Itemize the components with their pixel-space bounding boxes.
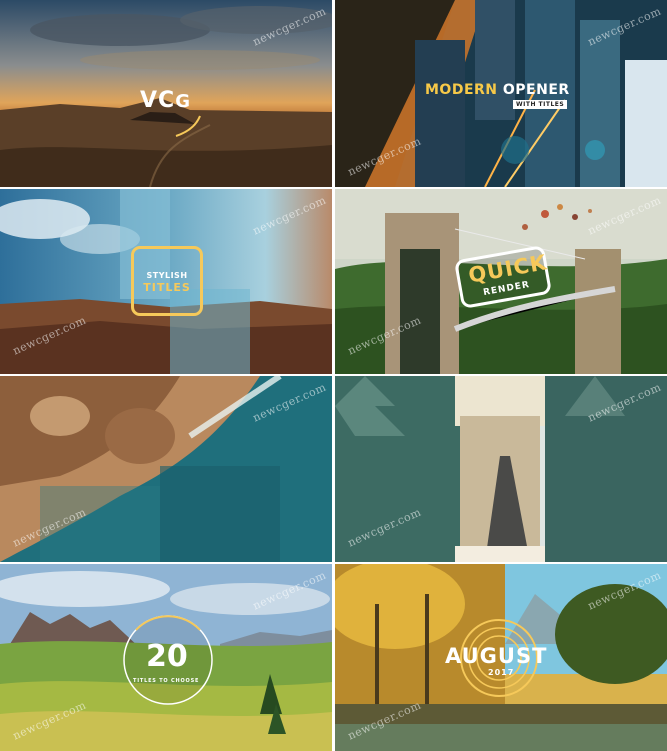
titles-to-choose-label: TITLES TO CHOOSE: [133, 678, 200, 684]
preview-tile-coast: newcger.com newcger.com: [0, 376, 332, 562]
preview-tile-august: AUGUST 2017 newcger.com newcger.com: [335, 564, 667, 751]
yellow-swoosh: [175, 115, 201, 137]
year-label: 2017: [488, 668, 515, 677]
august-title: AUGUST: [445, 644, 548, 668]
preview-tile-vcg: VCG newcger.com: [0, 0, 332, 187]
with-titles-label: WITH TITLES: [513, 100, 568, 109]
vcg-title: VCG: [140, 88, 191, 113]
titles-label: TITLES: [143, 281, 191, 294]
stylish-label: STYLISH: [146, 271, 188, 280]
preview-tile-modern-opener: MODERN OPENER WITH TITLES newcger.com ne…: [335, 0, 667, 187]
modern-opener-title: MODERN OPENER: [425, 82, 570, 98]
preview-tile-stylish-titles: STYLISH TITLES newcger.com newcger.com: [0, 189, 332, 374]
preview-grid: VCG newcger.com MODERN OPENER WITH TITLE…: [0, 0, 667, 751]
twenty-number: 20: [146, 639, 188, 674]
preview-tile-20-titles: 20 TITLES TO CHOOSE newcger.com newcger.…: [0, 564, 332, 751]
preview-tile-quick-render: QUICK RENDER newcger.com newcger.com: [335, 189, 667, 374]
preview-tile-forest-road: newcger.com newcger.com: [335, 376, 667, 562]
